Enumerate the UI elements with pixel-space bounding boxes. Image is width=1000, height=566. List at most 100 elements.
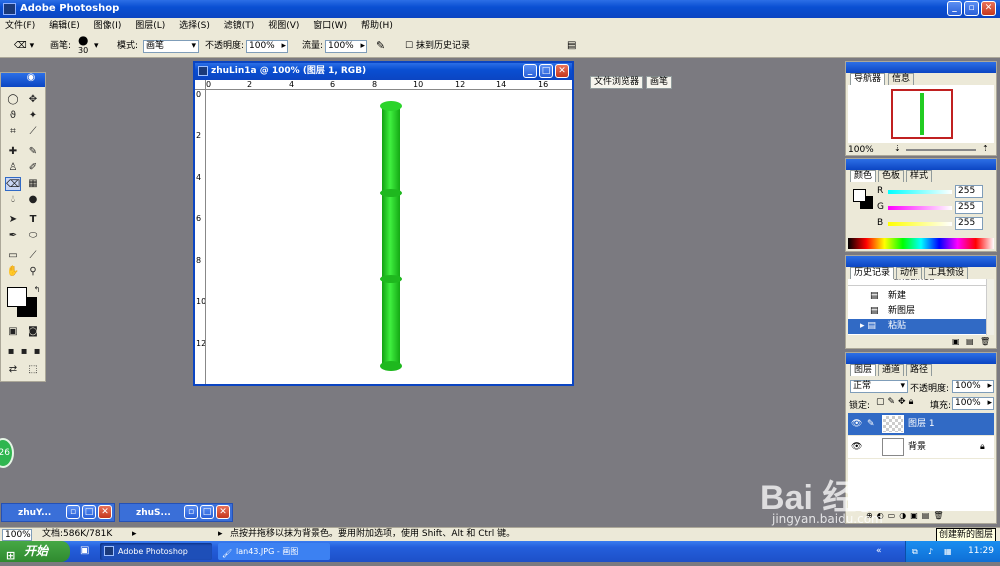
zoom-in-icon[interactable]: ⇡	[982, 144, 989, 153]
task-paint[interactable]: 🖌︎ lan43.JPG - 画图	[218, 543, 330, 560]
doc-close-button[interactable]: ✕	[555, 64, 569, 78]
tab-tool-presets[interactable]: 工具预设	[924, 267, 969, 279]
swap-colors-icon[interactable]: ↰	[29, 283, 45, 297]
eye-icon[interactable]: 👁︎	[851, 413, 862, 435]
standard-mode-icon[interactable]: ▣	[5, 325, 21, 339]
history-snapshot[interactable]: zhuLin1a	[848, 279, 986, 286]
doc-minimize-button[interactable]: _	[523, 64, 537, 78]
brush-dropdown-icon[interactable]: ▾	[94, 34, 99, 58]
photoshop-eye-icon[interactable]: ◉	[23, 71, 39, 85]
eraser-tool-preset-icon[interactable]: ⌫ ▾	[14, 34, 34, 58]
color-fg-swatch[interactable]	[853, 189, 866, 202]
tab-styles[interactable]: 样式	[906, 170, 933, 182]
green-value[interactable]: 255	[955, 201, 983, 214]
screen-mode-full-icon[interactable]: ▪	[29, 345, 45, 359]
eye-icon[interactable]: 👁︎	[851, 436, 862, 458]
navigator-proxy-box[interactable]	[891, 89, 953, 139]
minimized-window-1[interactable]: zhuY... ▫ □ ✕	[1, 503, 115, 522]
blur-tool-icon[interactable]: 💧︎	[5, 193, 21, 207]
history-checkbox[interactable]: ☐	[405, 34, 413, 58]
imageready-jump-icon[interactable]: ⇄	[5, 363, 21, 377]
ime-icon[interactable]: ▦	[944, 541, 952, 562]
menu-file[interactable]: 文件(F)	[5, 21, 35, 31]
quicklaunch-icon[interactable]: ▣	[80, 545, 89, 556]
close-button[interactable]: ✕	[981, 1, 996, 16]
red-slider[interactable]	[888, 190, 952, 194]
clone-stamp-icon[interactable]: ♙	[5, 161, 21, 175]
blue-value[interactable]: 255	[955, 217, 983, 230]
type-tool-icon[interactable]: T	[25, 213, 41, 227]
red-value[interactable]: 255	[955, 185, 983, 198]
layer-row[interactable]: 👁︎ 背景 🔒︎	[848, 436, 994, 458]
tab-brushes[interactable]: 画笔	[646, 76, 673, 89]
tab-color[interactable]: 颜色	[850, 170, 877, 182]
volume-icon[interactable]: ♪	[928, 541, 933, 562]
history-item-selected[interactable]: ▸ ▤ 粘贴	[848, 319, 986, 334]
minimize-button[interactable]: _	[947, 1, 962, 16]
eyedropper-icon[interactable]: ⟋	[25, 249, 41, 263]
history-item[interactable]: ▤ 新图层	[848, 304, 986, 319]
tab-file-browser[interactable]: 文件浏览器	[590, 76, 644, 89]
zoom-out-icon[interactable]: ⇣	[894, 144, 901, 153]
menu-select[interactable]: 选择(S)	[179, 21, 210, 31]
trash-icon[interactable]: 🗑︎	[980, 337, 990, 346]
layer-row-selected[interactable]: 👁︎ ✎ 图层 1	[848, 413, 994, 435]
menu-view[interactable]: 视图(V)	[268, 21, 299, 31]
notes-tool-icon[interactable]: ▭	[5, 249, 21, 263]
menu-image[interactable]: 图像(I)	[94, 21, 122, 31]
restore-button[interactable]: ▫	[184, 505, 198, 519]
zoom-tool-icon[interactable]: ⚲	[25, 265, 41, 279]
close-button[interactable]: ✕	[98, 505, 112, 519]
crop-tool-icon[interactable]: ⌗	[5, 125, 21, 139]
imageready-icon[interactable]: ⬚	[25, 363, 41, 377]
marquee-tool-icon[interactable]: ◯	[5, 93, 21, 107]
layer-opacity-input[interactable]: 100% ▸	[952, 380, 994, 393]
airbrush-icon[interactable]: ✎	[376, 34, 385, 58]
slice-tool-icon[interactable]: ⟋	[25, 125, 41, 139]
minimized-window-2[interactable]: zhuS... ▫ □ ✕	[119, 503, 233, 522]
magic-wand-icon[interactable]: ✦	[25, 109, 41, 123]
navigator-zoom[interactable]: 100%	[848, 145, 874, 155]
history-brush-icon[interactable]: ✐	[25, 161, 41, 175]
status-zoom[interactable]: 100%	[2, 529, 32, 541]
tab-actions[interactable]: 动作	[896, 267, 923, 279]
zoom-slider[interactable]	[906, 149, 976, 151]
quick-mask-icon[interactable]: ◙	[25, 325, 41, 339]
menu-edit[interactable]: 编辑(E)	[49, 21, 80, 31]
lock-icons[interactable]: ▢✎✥🔒︎	[876, 397, 916, 407]
ruler-origin[interactable]	[195, 80, 206, 90]
status-arrow-icon[interactable]: ▸	[132, 528, 137, 541]
blue-slider[interactable]	[888, 222, 952, 226]
mode-select[interactable]: 画笔 ▾	[143, 40, 199, 53]
blend-mode-select[interactable]: 正常 ▾	[850, 380, 908, 393]
hand-tool-icon[interactable]: ✋	[5, 265, 21, 279]
eraser-tool-icon[interactable]: ⌫	[5, 177, 21, 191]
maximize-button[interactable]: □	[82, 505, 96, 519]
menu-filter[interactable]: 滤镜(T)	[224, 21, 255, 31]
history-scrollbar[interactable]	[986, 279, 994, 335]
tab-info[interactable]: 信息	[888, 73, 915, 85]
maximize-button[interactable]: □	[200, 505, 214, 519]
new-snapshot-icon[interactable]: ▣	[952, 337, 960, 346]
green-slider[interactable]	[888, 206, 952, 210]
pen-tool-icon[interactable]: ✒	[5, 229, 21, 243]
restore-button[interactable]: ▫	[66, 505, 80, 519]
menu-help[interactable]: 帮助(H)	[361, 21, 393, 31]
task-photoshop[interactable]: Adobe Photoshop	[100, 543, 212, 560]
fill-input[interactable]: 100% ▸	[952, 397, 994, 410]
palette-well-icon[interactable]: ▤	[567, 34, 576, 58]
close-button[interactable]: ✕	[216, 505, 230, 519]
new-document-icon[interactable]: ▤	[966, 337, 974, 346]
path-select-icon[interactable]: ➤	[5, 213, 21, 227]
tab-navigator[interactable]: 导航器	[850, 73, 886, 85]
tab-channels[interactable]: 通道	[878, 364, 905, 376]
gradient-tool-icon[interactable]: ▦	[25, 177, 41, 191]
lasso-tool-icon[interactable]: ϑ	[5, 109, 21, 123]
tray-expand-icon[interactable]: «	[876, 541, 882, 562]
tab-paths[interactable]: 路径	[906, 364, 933, 376]
brush-tool-icon[interactable]: ✎	[25, 145, 41, 159]
history-item[interactable]: ▤ 新建	[848, 289, 986, 304]
dodge-tool-icon[interactable]: ●	[25, 193, 41, 207]
healing-brush-icon[interactable]: ✚	[5, 145, 21, 159]
tab-history[interactable]: 历史记录	[850, 267, 895, 279]
